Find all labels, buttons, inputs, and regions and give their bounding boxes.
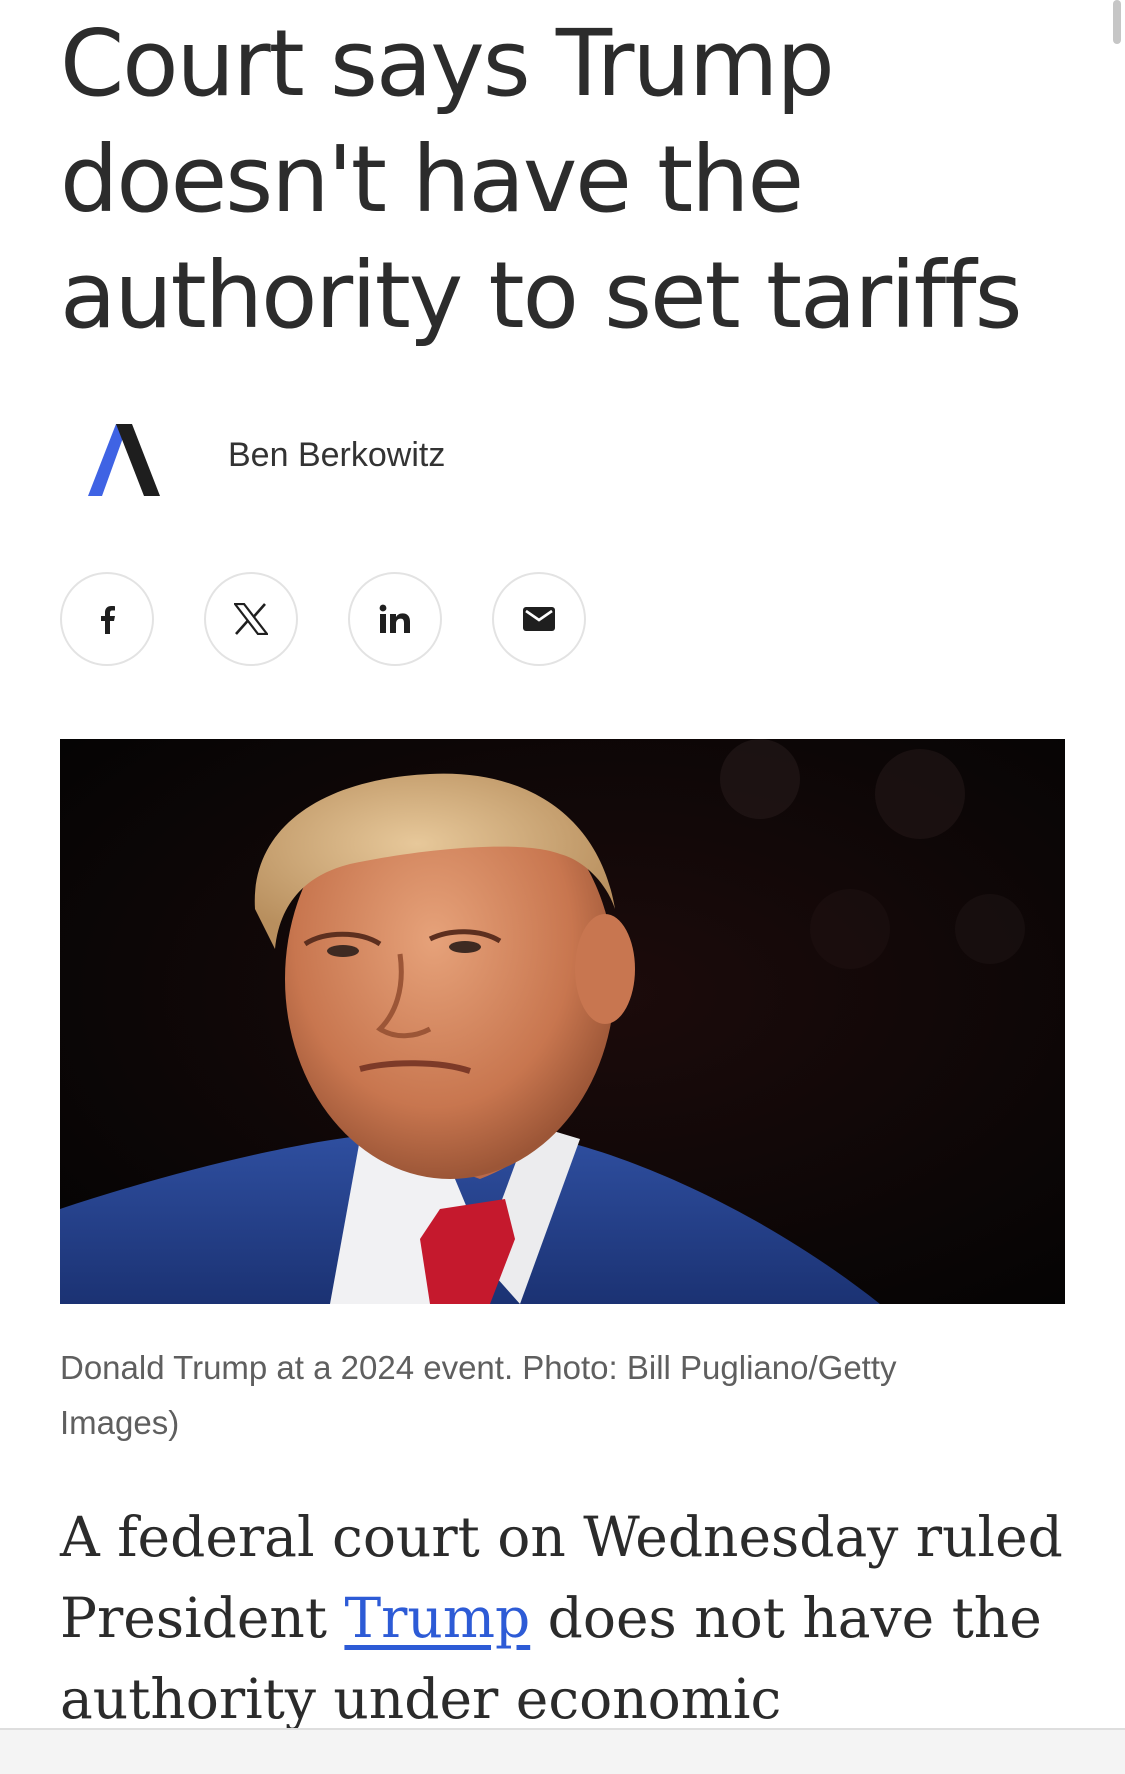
trump-topic-link[interactable]: Trump bbox=[344, 1586, 530, 1650]
article-headline: Court says Trump doesn't have the author… bbox=[60, 10, 1023, 349]
scrollbar-thumb[interactable] bbox=[1113, 0, 1121, 44]
share-x-button[interactable] bbox=[204, 572, 298, 666]
share-email-button[interactable] bbox=[492, 572, 586, 666]
axios-logo bbox=[88, 424, 170, 496]
share-bar bbox=[60, 572, 620, 668]
x-icon bbox=[234, 603, 268, 635]
bottom-toolbar bbox=[0, 1728, 1125, 1774]
mail-icon bbox=[523, 607, 555, 631]
byline: Ben Berkowitz bbox=[60, 410, 660, 505]
facebook-icon bbox=[98, 604, 116, 634]
share-facebook-button[interactable] bbox=[60, 572, 154, 666]
portrait-illustration bbox=[60, 739, 1065, 1304]
article-photo[interactable] bbox=[60, 739, 1065, 1304]
share-linkedin-button[interactable] bbox=[348, 572, 442, 666]
linkedin-icon bbox=[379, 604, 411, 634]
author-name[interactable]: Ben Berkowitz bbox=[228, 436, 445, 475]
photo-caption: Donald Trump at a 2024 event. Photo: Bil… bbox=[60, 1349, 897, 1441]
